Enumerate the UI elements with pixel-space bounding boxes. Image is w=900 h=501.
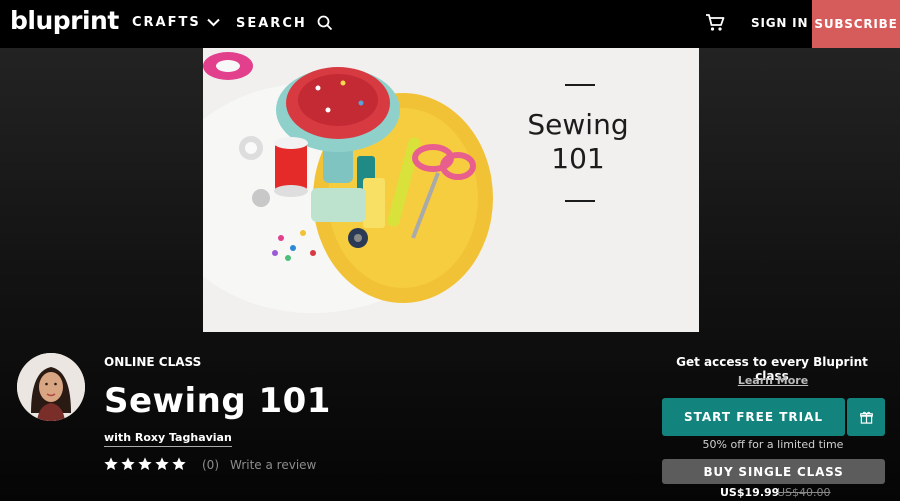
instructor-link[interactable]: with Roxy Taghavian xyxy=(104,431,232,447)
sewing-supplies-illustration xyxy=(203,52,493,313)
chevron-down-icon xyxy=(207,18,220,27)
hero-title-line1: Sewing xyxy=(527,108,629,141)
star-icon xyxy=(104,457,118,470)
star-icon xyxy=(138,457,152,470)
write-review-link[interactable]: Write a review xyxy=(230,458,316,472)
bluprint-logo[interactable]: bluprint xyxy=(10,6,119,35)
rating-count: (0) xyxy=(202,458,219,472)
learn-more-link[interactable]: Learn More xyxy=(660,374,886,387)
gift-button[interactable] xyxy=(847,398,885,436)
crafts-menu[interactable]: CRAFTS xyxy=(132,15,220,30)
search-menu[interactable]: SEARCH xyxy=(236,15,333,31)
crafts-label: CRAFTS xyxy=(132,15,201,30)
instructor-avatar[interactable] xyxy=(17,353,85,421)
sign-in-link[interactable]: SIGN IN xyxy=(751,16,808,30)
subscribe-button[interactable]: SUBSCRIBE xyxy=(812,0,900,48)
top-nav-bar: bluprint CRAFTS SEARCH SIGN IN SUBSCRIBE xyxy=(0,0,900,48)
search-label: SEARCH xyxy=(236,15,307,31)
class-type-label: ONLINE CLASS xyxy=(104,355,202,369)
class-hero-image[interactable]: Sewing 101 xyxy=(203,48,699,332)
start-free-trial-button[interactable]: START FREE TRIAL xyxy=(662,398,845,436)
star-icon xyxy=(121,457,135,470)
cart-icon xyxy=(706,14,725,31)
rating-stars[interactable] xyxy=(103,456,187,472)
cart-button[interactable] xyxy=(705,13,725,36)
buy-single-class-button[interactable]: BUY SINGLE CLASS xyxy=(662,459,885,484)
hero-rule-top xyxy=(565,84,595,86)
star-icon xyxy=(155,457,169,470)
class-title: Sewing 101 xyxy=(104,381,331,421)
gift-icon xyxy=(859,411,873,424)
original-price: US$40.00 xyxy=(777,486,831,499)
star-icon xyxy=(172,457,186,470)
instructor-portrait xyxy=(17,353,85,421)
hero-title: Sewing 101 xyxy=(503,108,653,176)
search-icon xyxy=(317,15,332,31)
hero-title-line2: 101 xyxy=(551,142,605,175)
current-price: US$19.99 xyxy=(720,486,780,499)
trial-discount-note: 50% off for a limited time xyxy=(702,438,844,451)
hero-rule-bottom xyxy=(565,200,595,202)
